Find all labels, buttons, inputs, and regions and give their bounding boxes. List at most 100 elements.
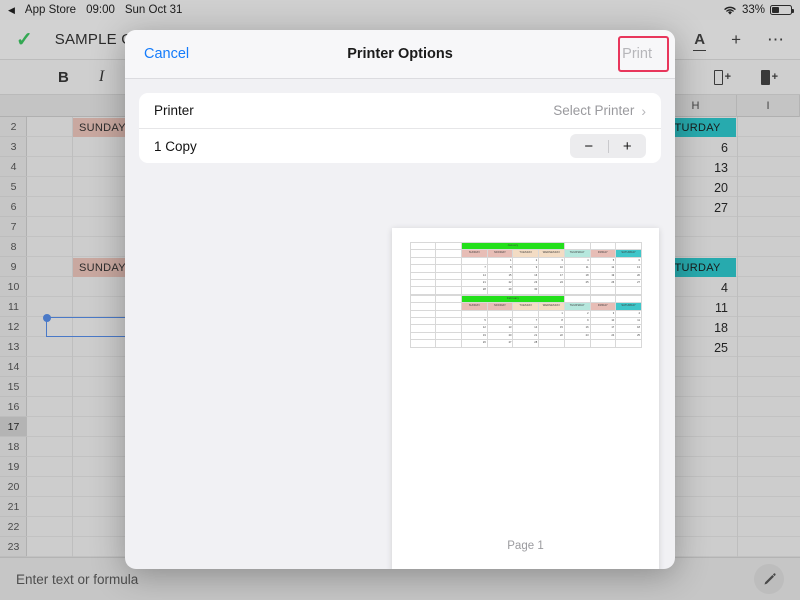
row-number[interactable]: 10 [0, 277, 27, 297]
printer-value: Select Printer [553, 103, 635, 118]
row-number[interactable]: 3 [0, 137, 27, 157]
calendar-cell [486, 309, 514, 319]
checkmark-icon[interactable]: ✓ [0, 27, 33, 52]
row-number[interactable]: 6 [0, 197, 27, 217]
row-number[interactable]: 5 [0, 177, 27, 197]
status-bar: ◀ App Store 09:00 Sun Oct 31 33% [0, 0, 800, 20]
day-header-thursday: THURSDAY [563, 249, 591, 258]
status-bar-right: 33% [723, 4, 800, 16]
calendar-cell: 9 [563, 317, 591, 326]
calendar-cell: 20 [615, 271, 642, 281]
calendar-cell: 6 [615, 256, 642, 266]
row-number[interactable]: 16 [0, 397, 27, 417]
row-number[interactable]: 9 [0, 257, 27, 277]
selection-handle[interactable] [43, 314, 51, 322]
copies-row: 1 Copy − + [139, 128, 661, 163]
print-preview-page[interactable]: January SUNDAY MONDAY TUESDAY WEDNESDAY [392, 228, 659, 569]
calendar-cell: 5 [461, 317, 488, 326]
calendar-cell [461, 256, 488, 266]
insert-column-right-icon[interactable]: + [761, 69, 778, 85]
row-number[interactable]: 13 [0, 337, 27, 357]
underlined-A-icon[interactable]: A [693, 31, 706, 51]
calendar-cell: 19 [589, 271, 617, 281]
quantity-stepper[interactable]: − + [570, 134, 646, 158]
calendar-table-january: January SUNDAY MONDAY TUESDAY WEDNESDAY [409, 241, 642, 295]
calendar-cell: 3 [538, 256, 565, 266]
row-number[interactable]: 19 [0, 457, 27, 477]
day-header-row: SUNDAY MONDAY TUESDAY WEDNESDAY THURSDAY… [409, 302, 642, 311]
calendar-week-row: 7 8 9 10 11 12 13 [409, 264, 642, 273]
calendar-cell: 5 [589, 256, 617, 266]
month-title-row: February [409, 294, 642, 304]
decrement-copies-button[interactable]: − [570, 138, 608, 155]
status-time: 09:00 [86, 4, 115, 16]
calendar-cell: 10 [538, 264, 565, 273]
row-number[interactable]: 14 [0, 357, 27, 377]
row-number[interactable]: 4 [0, 157, 27, 177]
month-title-january: January [461, 241, 565, 251]
spacer-cell [589, 294, 617, 304]
day-header-saturday: SATURDAY [615, 249, 642, 258]
calendar-cell: 24 [589, 331, 617, 341]
row-number-selected[interactable]: 17 [0, 417, 27, 437]
calendar-cell: 13 [615, 264, 642, 273]
cell-sunday-header[interactable]: SUNDAY [73, 118, 133, 137]
printer-label: Printer [154, 103, 194, 118]
row-number[interactable]: 22 [0, 517, 27, 537]
day-header-saturday: SATURDAY [615, 302, 642, 311]
selected-cell[interactable] [46, 317, 128, 337]
row-number[interactable]: 11 [0, 297, 27, 317]
calendar-cell: 29 [486, 286, 514, 295]
row-number[interactable]: 23 [0, 537, 27, 557]
row-number[interactable]: 7 [0, 217, 27, 237]
cell-sunday-header[interactable]: SUNDAY [73, 258, 133, 277]
row-number[interactable]: 20 [0, 477, 27, 497]
pencil-icon[interactable] [754, 564, 784, 594]
spacer-cell [615, 241, 642, 251]
calendar-cell: 10 [589, 317, 617, 326]
battery-icon [770, 5, 794, 15]
calendar-cell: 7 [512, 317, 540, 326]
formula-input-placeholder[interactable]: Enter text or formula [0, 572, 138, 587]
calendar-preview: January SUNDAY MONDAY TUESDAY WEDNESDAY [409, 241, 642, 348]
status-bar-left: ◀ App Store 09:00 Sun Oct 31 [0, 4, 182, 16]
column-header-I[interactable]: I [737, 95, 800, 117]
spacer-cell [409, 241, 437, 251]
calendar-cell: 26 [461, 339, 488, 348]
calendar-cell: 1 [538, 309, 565, 319]
calendar-cell: 16 [563, 324, 591, 333]
row-number[interactable]: 12 [0, 317, 27, 337]
print-button[interactable]: Print [613, 42, 661, 66]
printer-row[interactable]: Printer Select Printer › [139, 93, 661, 128]
day-header-sunday: SUNDAY [461, 302, 488, 311]
calendar-cell: 30 [512, 286, 540, 295]
calendar-cell: 8 [538, 317, 565, 326]
calendar-cell: 14 [461, 271, 488, 281]
plus-icon[interactable]: + [731, 31, 741, 48]
row-number[interactable]: 21 [0, 497, 27, 517]
calendar-cell: 27 [486, 339, 514, 348]
back-app-label[interactable]: App Store [25, 4, 76, 16]
calendar-cell: 11 [563, 264, 591, 273]
row-number[interactable]: 15 [0, 377, 27, 397]
row-number[interactable]: 18 [0, 437, 27, 457]
calendar-cell: 14 [512, 324, 540, 333]
row-number-gutter: 2 3 4 5 6 7 8 9 10 11 12 13 14 15 16 17 … [0, 117, 27, 557]
screen: ◀ App Store 09:00 Sun Oct 31 33% ✓ SAMPL… [0, 0, 800, 600]
bold-button[interactable]: B [58, 69, 69, 86]
insert-column-left-icon[interactable]: + [714, 69, 731, 85]
day-header-tuesday: TUESDAY [512, 249, 540, 258]
calendar-cell [615, 339, 642, 348]
calendar-cell: 25 [563, 279, 591, 288]
row-number[interactable]: 8 [0, 237, 27, 257]
triangle-left-icon[interactable]: ◀ [8, 5, 15, 15]
day-header-wednesday: WEDNESDAY [538, 302, 565, 311]
calendar-cell: 18 [563, 271, 591, 281]
italic-button[interactable]: I [99, 68, 104, 86]
calendar-cell: 22 [486, 279, 514, 288]
increment-copies-button[interactable]: + [609, 138, 647, 155]
calendar-cell: 21 [512, 331, 540, 341]
ellipsis-icon[interactable]: ⋯ [767, 31, 784, 48]
row-number[interactable]: 2 [0, 117, 27, 137]
spacer-cell [435, 294, 463, 304]
